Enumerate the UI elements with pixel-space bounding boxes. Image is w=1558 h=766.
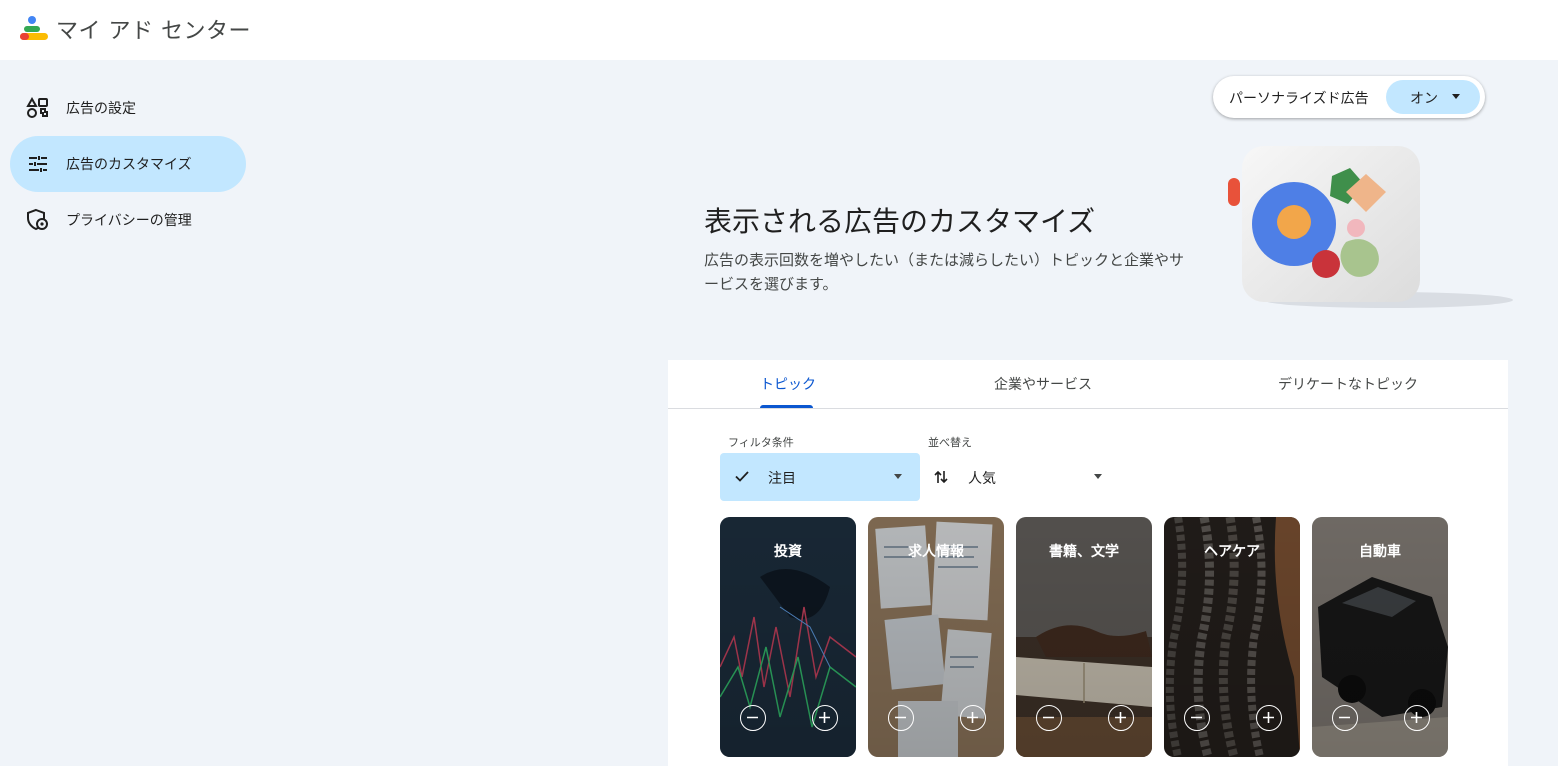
tab-topics[interactable]: トピック xyxy=(708,360,868,408)
minus-icon xyxy=(1043,716,1054,719)
app-title[interactable]: マイ アド センター xyxy=(56,13,251,45)
sidebar-item-label: 広告のカスタマイズ xyxy=(66,157,192,173)
hero-illustration xyxy=(1228,146,1513,308)
tab-bar: トピック 企業やサービス デリケートなトピック xyxy=(668,360,1508,409)
minus-icon xyxy=(1339,716,1350,719)
filter-value: 注目 xyxy=(768,471,796,487)
tune-icon xyxy=(29,156,47,172)
filter-label: フィルタ条件 xyxy=(728,436,794,449)
show-fewer-button[interactable] xyxy=(1036,705,1062,731)
privacy-shield-icon xyxy=(27,208,48,231)
sidebar-item-privacy[interactable]: プライバシーの管理 xyxy=(10,192,246,248)
personalized-ads-label: パーソナライズド広告 xyxy=(1229,91,1369,107)
personalized-ads-state: オン xyxy=(1410,91,1438,107)
topic-card-jobs[interactable]: 求人情報 xyxy=(868,517,1004,757)
card-title: 自動車 xyxy=(1359,544,1401,560)
sort-icon xyxy=(934,470,948,484)
show-more-button[interactable] xyxy=(1404,705,1430,731)
my-ad-center-logo-icon[interactable] xyxy=(18,14,50,46)
sort-select[interactable]: 人気 xyxy=(928,453,1108,501)
page-title: 表示される広告のカスタマイズ xyxy=(704,205,1096,238)
sidebar-item-label: 広告の設定 xyxy=(66,101,136,117)
topic-card-hair-care[interactable]: ヘアケア xyxy=(1164,517,1300,757)
check-icon xyxy=(735,471,749,482)
show-more-button[interactable] xyxy=(812,705,838,731)
plus-icon xyxy=(1411,712,1422,723)
minus-icon xyxy=(747,716,758,719)
plus-icon xyxy=(967,712,978,723)
sort-value: 人気 xyxy=(968,471,996,487)
personalized-ads-toggle: パーソナライズド広告 オン xyxy=(1213,76,1485,118)
show-fewer-button[interactable] xyxy=(888,705,914,731)
show-more-button[interactable] xyxy=(1256,705,1282,731)
main-content: パーソナライズド広告 オン 表示される広告のカスタマイズ 広告の表示回数を増やし… xyxy=(668,60,1558,766)
minus-icon xyxy=(895,716,906,719)
top-app-bar: マイ アド センター xyxy=(0,0,1558,60)
show-fewer-button[interactable] xyxy=(1184,705,1210,731)
show-fewer-button[interactable] xyxy=(1332,705,1358,731)
plus-icon xyxy=(819,712,830,723)
card-title: 求人情報 xyxy=(908,544,964,560)
customize-panel: トピック 企業やサービス デリケートなトピック フィルタ条件 並べ替え 注目 人… xyxy=(668,360,1508,766)
card-title: 書籍、文学 xyxy=(1049,544,1119,560)
show-fewer-button[interactable] xyxy=(740,705,766,731)
chevron-down-icon xyxy=(1452,94,1460,99)
sidebar-item-ad-settings[interactable]: 広告の設定 xyxy=(10,80,246,136)
show-more-button[interactable] xyxy=(960,705,986,731)
plus-icon xyxy=(1115,712,1126,723)
page-description: 広告の表示回数を増やしたい（または減らしたい）トピックと企業やサービスを選びます… xyxy=(704,251,1185,293)
card-title: ヘアケア xyxy=(1204,544,1260,560)
tab-brands[interactable]: 企業やサービス xyxy=(958,360,1128,408)
chevron-down-icon xyxy=(1094,474,1102,479)
filter-select[interactable]: 注目 xyxy=(720,453,920,501)
sort-label: 並べ替え xyxy=(928,436,972,449)
personalized-ads-dropdown[interactable]: オン xyxy=(1386,80,1480,114)
minus-icon xyxy=(1191,716,1202,719)
tab-sensitive-topics[interactable]: デリケートなトピック xyxy=(1248,360,1448,408)
active-tab-indicator xyxy=(760,405,813,408)
sidebar-item-customize-ads[interactable]: 広告のカスタマイズ xyxy=(10,136,246,192)
shapes-icon xyxy=(26,96,48,118)
sidebar: 広告の設定 広告のカスタマイズ プライバシーの管理 xyxy=(0,60,668,766)
card-title: 投資 xyxy=(774,544,802,560)
sidebar-item-label: プライバシーの管理 xyxy=(66,213,192,229)
plus-icon xyxy=(1263,712,1274,723)
show-more-button[interactable] xyxy=(1108,705,1134,731)
topic-card-automotive[interactable]: 自動車 xyxy=(1312,517,1448,757)
topic-card-investing[interactable]: 投資 xyxy=(720,517,856,757)
chevron-down-icon xyxy=(894,474,902,479)
topic-card-books[interactable]: 書籍、文学 xyxy=(1016,517,1152,757)
